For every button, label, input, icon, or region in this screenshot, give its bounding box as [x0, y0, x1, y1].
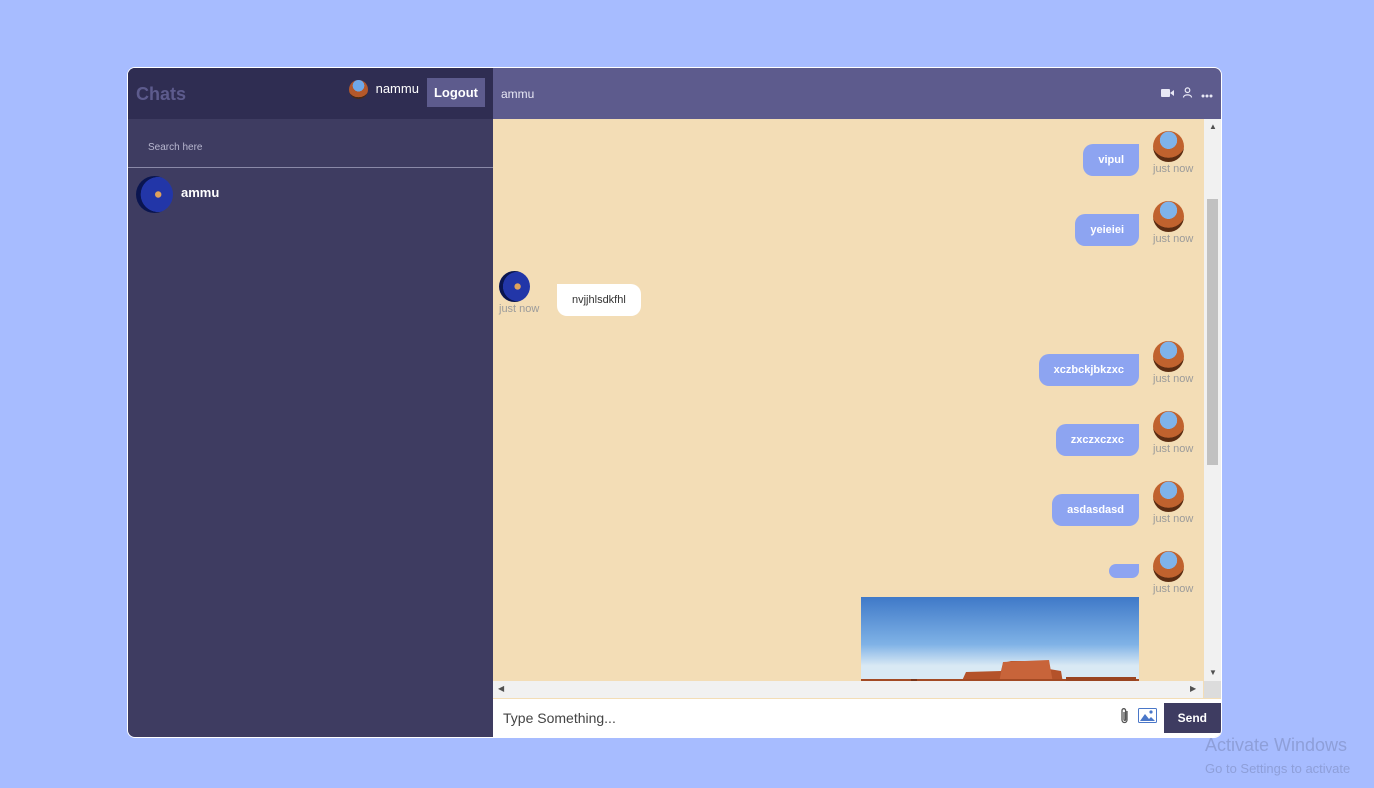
current-user-name: nammu: [375, 81, 419, 96]
message-bubble-empty: [1109, 564, 1139, 578]
message-avatar-block: just now: [1153, 411, 1193, 455]
scroll-down-arrow[interactable]: ▼: [1209, 669, 1217, 677]
scroll-right-arrow[interactable]: ▶: [1190, 685, 1196, 693]
message-avatar: [499, 271, 530, 302]
current-user-avatar: [348, 80, 368, 99]
horizontal-scrollbar[interactable]: ◀ ▶: [493, 681, 1203, 698]
attach-icon[interactable]: [1120, 707, 1130, 730]
messages: just now vipul just now yeieiei just now…: [493, 119, 1203, 683]
message-avatar-block: just now: [1153, 551, 1193, 595]
message-avatar: [1153, 341, 1184, 372]
message-avatar: [1153, 201, 1184, 232]
chat-header-icons: [1161, 86, 1213, 101]
chat-title: ammu: [501, 86, 535, 101]
chat-panel: ammu just now vipul just now yeieiei jus…: [493, 68, 1221, 737]
search-input[interactable]: [146, 141, 450, 154]
scroll-left-arrow[interactable]: ◀: [498, 685, 504, 693]
message-avatar-block: just now: [499, 271, 539, 315]
message-bubble: asdasdasd: [1052, 494, 1139, 526]
video-camera-icon[interactable]: [1161, 87, 1174, 101]
image-upload-icon[interactable]: [1137, 708, 1157, 728]
watermark-title: Activate Windows: [1205, 735, 1348, 755]
sidebar-navbar: Chats nammu Logout: [128, 68, 493, 119]
message-avatar-block: just now: [1153, 341, 1193, 385]
current-user: nammu Logout: [348, 78, 485, 107]
scrollbar-corner: [1204, 681, 1221, 698]
message-avatar: [1153, 481, 1184, 512]
message-time: just now: [1153, 233, 1194, 245]
sidebar: Chats nammu Logout ammu: [128, 68, 493, 737]
send-button[interactable]: Send: [1163, 703, 1221, 733]
message-avatar: [1153, 551, 1184, 582]
message-bubble: zxczxczxc: [1055, 424, 1139, 456]
message-avatar-block: just now: [1153, 201, 1193, 245]
message-time: just now: [1153, 163, 1194, 175]
search-box: [128, 119, 493, 168]
add-user-icon[interactable]: [1182, 86, 1193, 101]
message-bubble: nvjjhlsdkfhl: [557, 284, 641, 316]
more-icon[interactable]: [1201, 87, 1213, 101]
chat-list-item[interactable]: ammu: [128, 168, 493, 221]
chat-name: ammu: [181, 185, 220, 200]
message-image: [861, 597, 1139, 683]
logo: Chats: [136, 84, 187, 104]
message-bubble: xczbckjbkzxc: [1038, 354, 1139, 386]
message-time: just now: [1153, 513, 1194, 525]
message-avatar-block: just now: [1153, 481, 1193, 525]
scrollbar-thumb[interactable]: [1207, 199, 1218, 465]
activate-windows-watermark: Activate Windows Go to Settings to activ…: [1205, 735, 1350, 776]
message-input[interactable]: [493, 710, 1120, 726]
message-time: just now: [1153, 443, 1194, 455]
message-time: just now: [499, 303, 540, 315]
message-bubble: vipul: [1083, 144, 1139, 176]
messages-area[interactable]: just now vipul just now yeieiei just now…: [493, 119, 1221, 699]
message-input-bar: Send: [493, 699, 1221, 737]
chat-header: ammu: [493, 68, 1221, 119]
message-avatar-block: just now: [1153, 131, 1193, 175]
chat-avatar: [136, 176, 173, 213]
scroll-up-arrow[interactable]: ▲: [1209, 123, 1217, 131]
message-bubble: yeieiei: [1075, 214, 1139, 246]
message-avatar: [1153, 131, 1184, 162]
message-avatar: [1153, 411, 1184, 442]
message-time: just now: [1153, 373, 1194, 385]
chat-app: Chats nammu Logout ammu ammu: [127, 67, 1222, 738]
vertical-scrollbar[interactable]: ▲ ▼: [1204, 119, 1221, 681]
watermark-subtitle: Go to Settings to activate: [1205, 761, 1351, 776]
message-time: just now: [1153, 583, 1194, 595]
logout-button[interactable]: Logout: [426, 78, 485, 107]
